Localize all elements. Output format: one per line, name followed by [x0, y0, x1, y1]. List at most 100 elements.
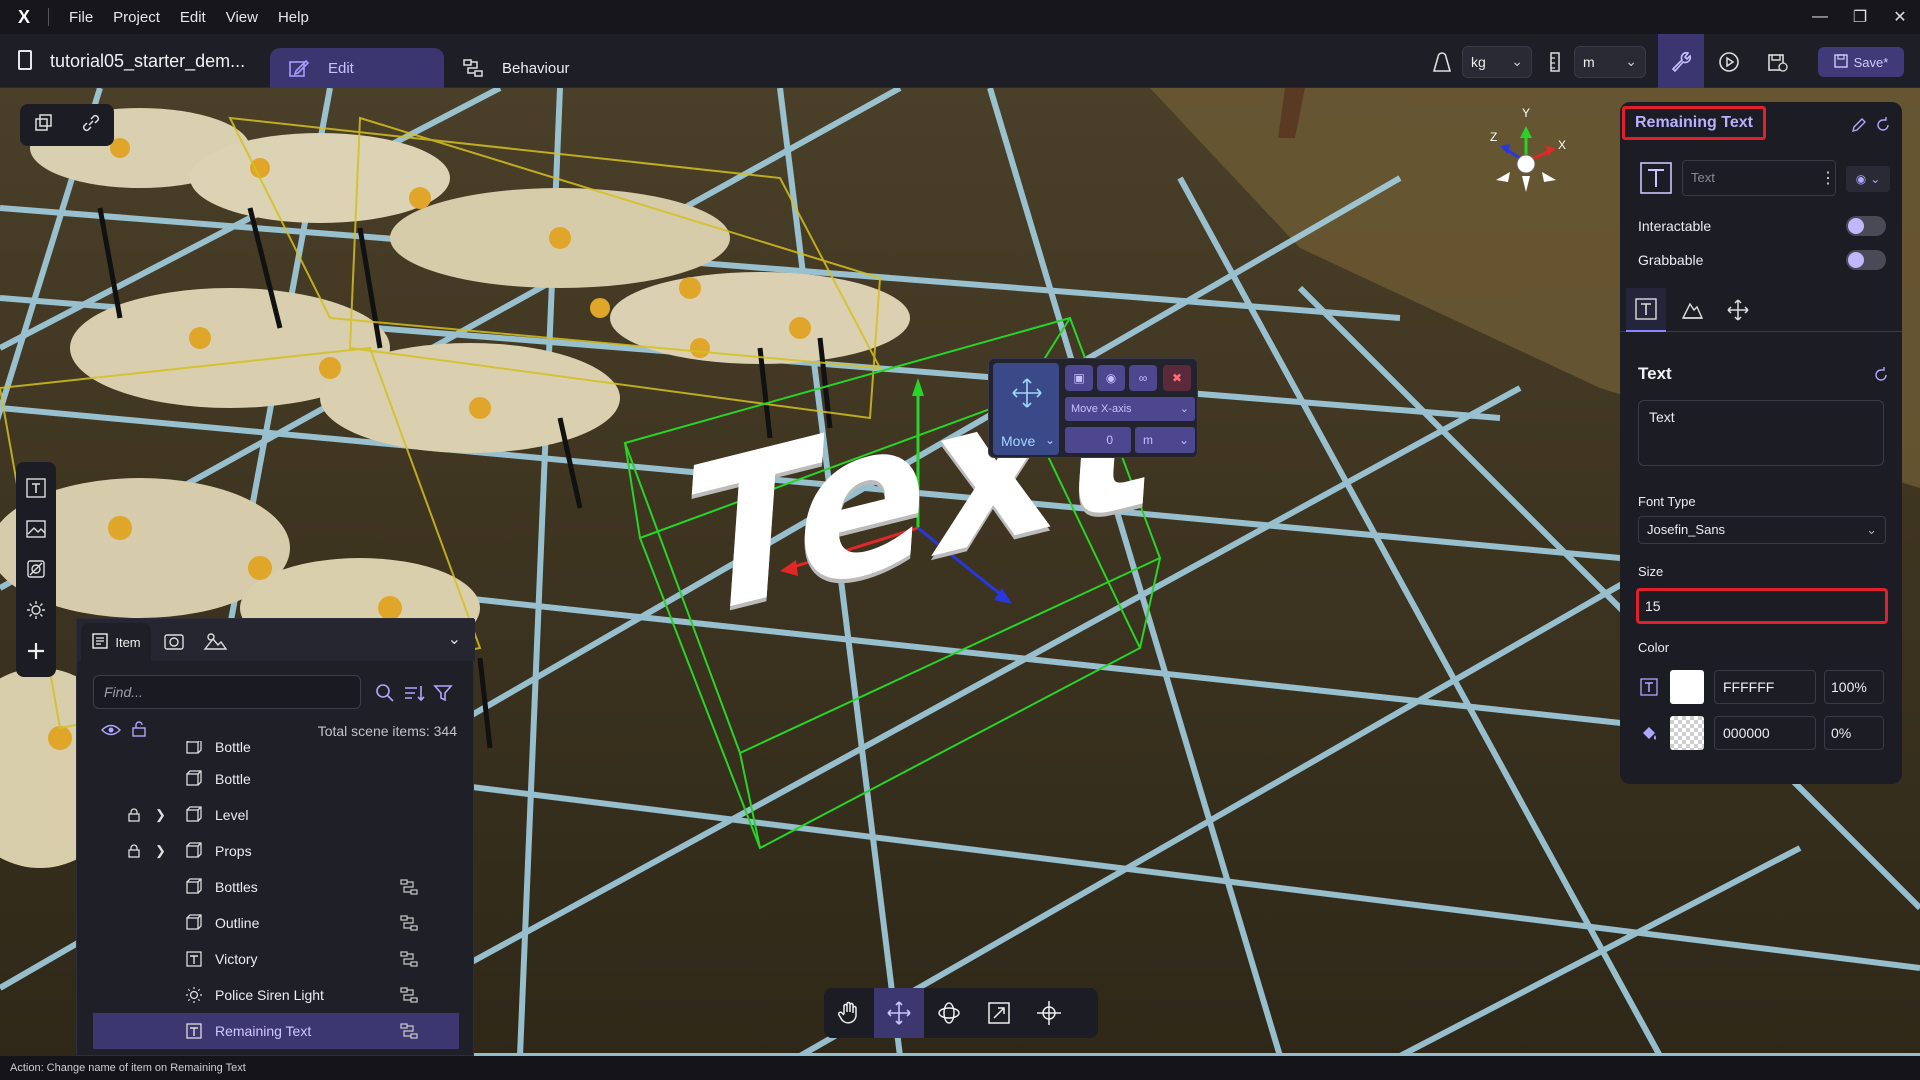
behaviour-link-icon[interactable] [399, 878, 419, 896]
chevron-down-icon[interactable]: ⌄ [448, 629, 461, 649]
rotate-tool-icon[interactable] [924, 988, 974, 1038]
add-shape-icon[interactable] [23, 556, 49, 582]
background-color-swatch[interactable] [1670, 716, 1704, 750]
save-button[interactable]: Save* [1818, 47, 1904, 77]
navigation-cube[interactable]: Y X Z [1478, 104, 1574, 200]
rename-icon[interactable] [1848, 114, 1870, 136]
grabbable-toggle[interactable] [1846, 250, 1886, 270]
hand-icon[interactable] [824, 988, 874, 1038]
menu-project[interactable]: Project [103, 9, 170, 26]
cube-icon [185, 770, 203, 788]
lock-icon[interactable] [127, 844, 141, 858]
menu-bar: X File Project Edit View Help — ❐ ✕ [0, 0, 1920, 34]
tab-edit[interactable]: Edit [270, 48, 444, 88]
outliner-row[interactable]: Police Siren Light [93, 977, 459, 1013]
add-item-icon[interactable] [23, 638, 49, 664]
item-name-input[interactable]: Text [1682, 160, 1836, 196]
camera-icon[interactable]: ▣ [1065, 365, 1093, 391]
behaviour-icon [462, 57, 484, 79]
minimize-icon[interactable]: — [1800, 0, 1840, 34]
link-icon[interactable]: ∞ [1129, 365, 1157, 391]
viewport-top-tools [20, 104, 114, 146]
reset-icon[interactable] [1872, 114, 1894, 136]
play-icon[interactable] [1714, 46, 1744, 78]
lock-icon[interactable] [127, 808, 141, 822]
size-input[interactable]: 15 [1636, 588, 1888, 624]
length-unit-select[interactable]: m ⌄ [1574, 46, 1646, 78]
eye-icon[interactable]: ◉ [1097, 365, 1125, 391]
outliner-tabs: Item ⌄ [77, 619, 475, 661]
bookmark-icon[interactable] [18, 50, 32, 70]
environment-icon[interactable] [203, 631, 228, 656]
move-value-input[interactable]: 0 [1065, 427, 1131, 453]
size-label: Size [1638, 564, 1664, 579]
cube-icon [185, 914, 203, 932]
save-icon [1833, 53, 1848, 71]
outliner-row[interactable]: ❯ Level [93, 797, 459, 833]
add-text-icon[interactable] [23, 475, 49, 501]
mass-unit-select[interactable]: kg ⌄ [1462, 46, 1532, 78]
outliner-row[interactable]: Remaining Text [93, 1013, 459, 1049]
menu-view[interactable]: View [216, 9, 268, 26]
text-color-opacity-input[interactable]: 100% [1824, 670, 1884, 704]
inspector-title[interactable]: Remaining Text [1622, 106, 1766, 140]
publish-icon[interactable] [1762, 46, 1792, 78]
universal-tool-icon[interactable] [1024, 988, 1074, 1038]
visibility-toggle-icon[interactable] [101, 723, 121, 742]
add-image-icon[interactable] [23, 516, 49, 542]
chevron-down-icon: ⌄ [1866, 522, 1877, 537]
link-icon[interactable] [81, 113, 101, 138]
wrench-icon[interactable] [1658, 34, 1704, 88]
close-icon[interactable]: ✕ [1880, 0, 1920, 34]
tab-transform-properties[interactable] [1718, 288, 1758, 332]
menu-divider [48, 8, 49, 26]
tab-material-properties[interactable] [1672, 288, 1712, 332]
behaviour-link-icon[interactable] [399, 914, 419, 932]
background-color-opacity-input[interactable]: 0% [1824, 716, 1884, 750]
text-color-hex-input[interactable]: FFFFFF [1714, 670, 1816, 704]
filter-icon[interactable] [433, 683, 453, 708]
text-color-swatch[interactable] [1670, 670, 1704, 704]
chevron-right-icon[interactable]: ❯ [155, 843, 166, 859]
background-color-hex-input[interactable]: 000000 [1714, 716, 1816, 750]
outliner-row[interactable]: ❯ Props [93, 833, 459, 869]
menu-edit[interactable]: Edit [170, 9, 216, 26]
axis-select[interactable]: Move X-axis ⌄ [1065, 397, 1195, 421]
sort-icon[interactable] [403, 683, 425, 708]
tab-text-properties[interactable] [1626, 288, 1666, 332]
behaviour-link-icon[interactable] [399, 986, 419, 1004]
outliner-row[interactable]: Victory [93, 941, 459, 977]
outliner-search-input[interactable]: Find... [93, 675, 361, 709]
scale-tool-icon[interactable] [974, 988, 1024, 1038]
tab-behaviour[interactable]: Behaviour [462, 48, 570, 88]
left-add-toolbar [16, 462, 56, 677]
move-unit-select[interactable]: m ⌄ [1135, 427, 1195, 453]
outliner-row[interactable]: Bottles [93, 869, 459, 905]
outliner-row[interactable]: Outline [93, 905, 459, 941]
duplicate-icon[interactable] [34, 113, 54, 138]
move-tool-icon[interactable] [874, 988, 924, 1038]
chevron-right-icon[interactable]: ❯ [155, 807, 166, 823]
behaviour-link-icon[interactable] [399, 950, 419, 968]
outliner-row-label: Victory [215, 951, 258, 967]
menu-help[interactable]: Help [268, 9, 319, 26]
lock-toggle-icon[interactable] [131, 721, 147, 742]
menu-file[interactable]: File [59, 9, 103, 26]
delete-icon[interactable]: ✖ [1163, 365, 1191, 391]
interactable-toggle[interactable] [1846, 216, 1886, 236]
font-type-select[interactable]: Josefin_Sans ⌄ [1638, 516, 1886, 544]
add-light-icon[interactable] [23, 597, 49, 623]
camera-settings-icon[interactable] [163, 631, 185, 656]
text-content-input[interactable]: Text [1638, 400, 1884, 466]
reset-text-icon[interactable] [1870, 364, 1892, 386]
more-options-icon[interactable]: ⋮ [1820, 168, 1836, 188]
text-type-icon [1638, 160, 1674, 196]
outliner-row[interactable]: Bottle [93, 761, 459, 797]
behaviour-link-icon[interactable] [399, 1022, 419, 1040]
search-icon[interactable] [375, 683, 395, 708]
inspector-tabs [1620, 288, 1902, 332]
restore-icon[interactable]: ❐ [1840, 0, 1880, 34]
visibility-select[interactable]: ◉ ⌄ [1846, 166, 1890, 192]
move-mode-button[interactable]: Move ⌄ [993, 363, 1059, 455]
tab-item[interactable]: Item [81, 623, 151, 661]
